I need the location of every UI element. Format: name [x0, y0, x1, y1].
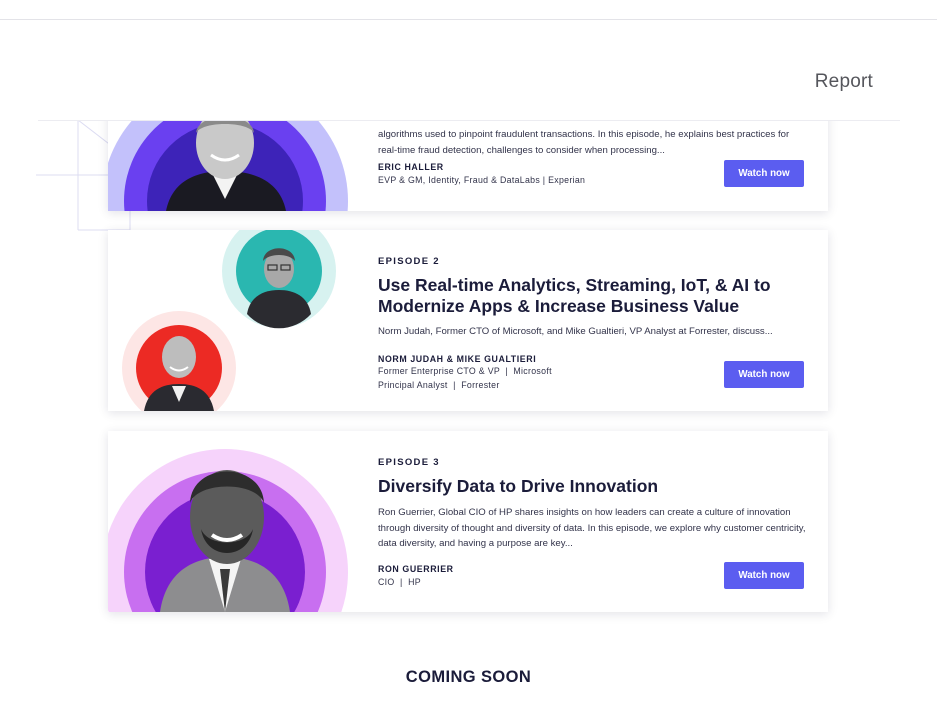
speaker-role: Principal Analyst | Forrester [378, 380, 500, 390]
watch-now-button[interactable]: Watch now [724, 562, 804, 589]
speaker-portrait-art [108, 121, 358, 211]
episode-card-1: algorithms used to pinpoint fraudulent t… [108, 121, 828, 211]
episode-description: Norm Judah, Former CTO of Microsoft, and… [378, 326, 773, 337]
watch-now-button[interactable]: Watch now [724, 361, 804, 388]
episode-label: EPISODE 3 [378, 457, 440, 468]
episode-description: Ron Guerrier, Global CIO of HP shares in… [378, 507, 806, 549]
episode-title: Diversify Data to Drive Innovation [378, 476, 659, 496]
episode-label: EPISODE 2 [378, 256, 440, 267]
speaker-name: RON GUERRIER [378, 564, 454, 574]
speaker-role: EVP & GM, Identity, Fraud & DataLabs | E… [378, 175, 586, 185]
speaker-role: CIO | HP [378, 577, 421, 587]
speaker-name: ERIC HALLER [378, 162, 444, 172]
episode-list: algorithms used to pinpoint fraudulent t… [0, 121, 937, 707]
episode-card-3: EPISODE 3 Diversify Data to Drive Innova… [108, 431, 828, 612]
speaker-name: NORM JUDAH & MIKE GUALTIERI [378, 354, 537, 364]
report-link[interactable]: Report [815, 71, 873, 93]
header-divider [38, 120, 900, 121]
watch-now-button[interactable]: Watch now [724, 160, 804, 187]
top-divider [0, 19, 937, 20]
coming-soon-heading: COMING SOON [405, 668, 532, 686]
speaker-portrait-art [108, 431, 358, 612]
episode-card-2: EPISODE 2 Use Real-time Analytics, Strea… [108, 230, 828, 411]
speaker-portrait-art [108, 230, 358, 411]
episode-title: Use Real-time Analytics, Streaming, IoT,… [378, 275, 771, 316]
speaker-role: Former Enterprise CTO & VP | Microsoft [378, 366, 552, 376]
episode-description: algorithms used to pinpoint fraudulent t… [378, 129, 790, 156]
